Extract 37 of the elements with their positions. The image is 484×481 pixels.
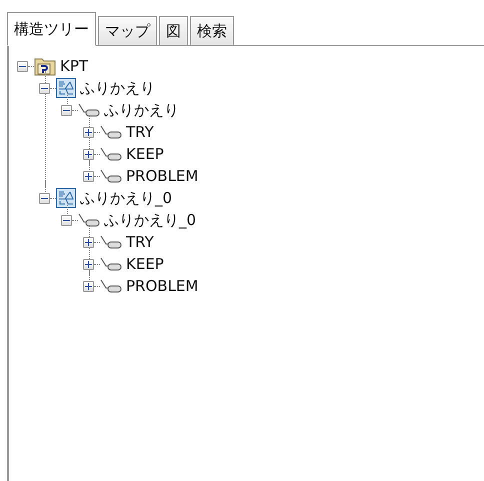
topic-icon xyxy=(100,257,122,271)
tree-item-label[interactable]: KEEP xyxy=(126,145,164,163)
tree-item-label[interactable]: KPT xyxy=(60,57,88,75)
tree-item-label[interactable]: ふりかえり xyxy=(104,100,179,120)
folder-icon xyxy=(34,56,56,76)
tree-item-label[interactable]: ふりかえり_0 xyxy=(104,210,196,230)
tree-item-label[interactable]: PROBLEM xyxy=(126,167,198,185)
expand-toggle[interactable] xyxy=(83,236,94,248)
topic-icon xyxy=(78,103,100,117)
tree-item-label[interactable]: TRY xyxy=(126,233,154,251)
collapse-toggle[interactable] xyxy=(61,214,72,226)
topic-icon xyxy=(100,279,122,293)
collapse-toggle[interactable] xyxy=(39,192,50,204)
map-icon xyxy=(56,188,76,208)
topic-icon xyxy=(100,169,122,183)
map-icon xyxy=(56,78,76,98)
topic-icon xyxy=(100,235,122,249)
collapse-toggle[interactable] xyxy=(17,60,28,72)
expand-toggle[interactable] xyxy=(83,258,94,270)
tree-item-label[interactable]: ふりかえり xyxy=(80,78,155,98)
tree-item-label[interactable]: KEEP xyxy=(126,255,164,273)
collapse-toggle[interactable] xyxy=(39,82,50,94)
expand-toggle[interactable] xyxy=(83,170,94,182)
expand-toggle[interactable] xyxy=(83,280,94,292)
expand-toggle[interactable] xyxy=(83,126,94,138)
tree-item-label[interactable]: PROBLEM xyxy=(126,277,198,295)
tab[interactable]: 構造ツリー xyxy=(7,12,96,46)
tree-item-label[interactable]: ふりかえり_0 xyxy=(80,188,172,208)
expand-toggle[interactable] xyxy=(83,148,94,160)
collapse-toggle[interactable] xyxy=(61,104,72,116)
topic-icon xyxy=(100,147,122,161)
topic-icon xyxy=(100,125,122,139)
tree-item-label[interactable]: TRY xyxy=(126,123,154,141)
tab[interactable]: 図 xyxy=(159,16,188,46)
topic-icon xyxy=(78,213,100,227)
tab[interactable]: マップ xyxy=(98,16,157,46)
tab[interactable]: 検索 xyxy=(190,16,234,46)
